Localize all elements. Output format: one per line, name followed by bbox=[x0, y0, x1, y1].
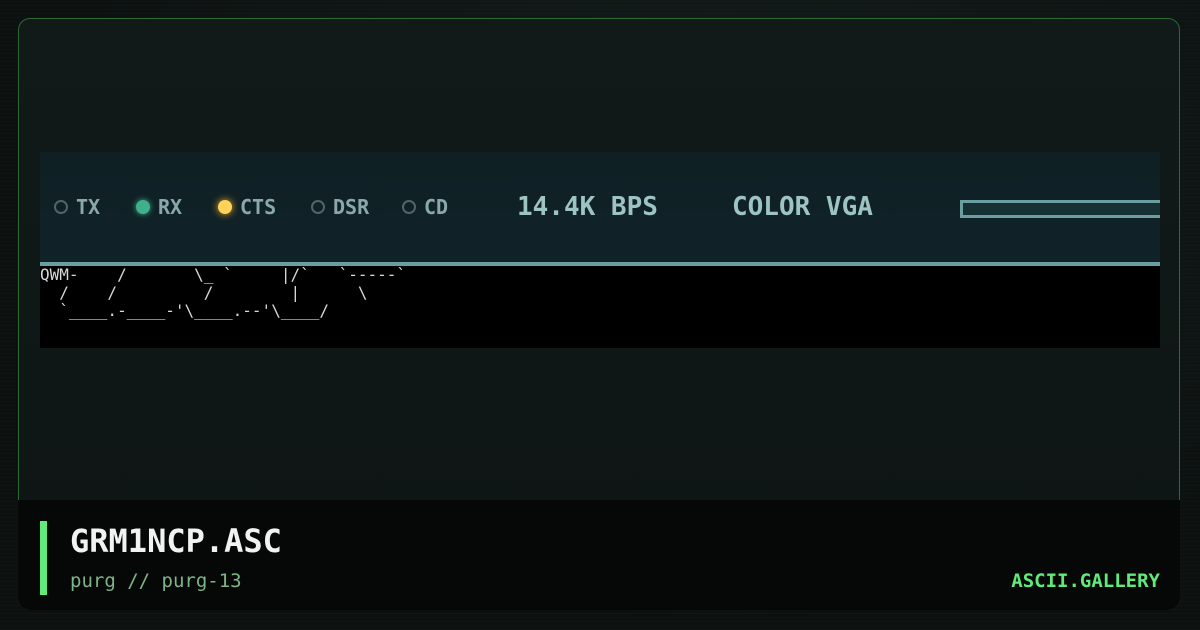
indicator-label: TX bbox=[76, 195, 101, 219]
signal-meter bbox=[960, 200, 1160, 218]
indicator-cd: CD bbox=[402, 192, 448, 222]
accent-bar bbox=[40, 521, 47, 595]
caption-panel: GRM1NCP.ASC purg // purg-13 ASCII.GALLER… bbox=[18, 500, 1180, 610]
modem-status-bar: TX RX CTS DSR CD 14.4K BPS COLOR VGA bbox=[40, 152, 1160, 266]
site-brand[interactable]: ASCII.GALLERY bbox=[1011, 570, 1160, 592]
indicator-rx: RX bbox=[136, 192, 182, 222]
dsr-led-icon bbox=[311, 200, 325, 214]
display-mode: COLOR VGA bbox=[732, 192, 873, 222]
ascii-artwork-preview: TX RX CTS DSR CD 14.4K BPS COLOR VGA QWM… bbox=[40, 152, 1160, 348]
cd-led-icon bbox=[402, 200, 416, 214]
indicator-label: CD bbox=[424, 195, 449, 219]
indicator-cts: CTS bbox=[218, 192, 276, 222]
artwork-author: purg // purg-13 bbox=[70, 570, 242, 592]
artwork-title: GRM1NCP.ASC bbox=[70, 522, 282, 560]
connection-speed: 14.4K BPS bbox=[517, 192, 658, 222]
indicator-label: DSR bbox=[333, 195, 370, 219]
indicator-tx: TX bbox=[54, 192, 100, 222]
tx-led-icon bbox=[54, 200, 68, 214]
indicator-label: CTS bbox=[240, 195, 277, 219]
indicator-label: RX bbox=[158, 195, 183, 219]
rx-led-icon bbox=[136, 200, 150, 214]
indicator-dsr: DSR bbox=[311, 192, 369, 222]
ascii-art-text: QWM- / \_ ` |/` `-----` / / / | \ `____.… bbox=[40, 265, 407, 320]
cts-led-icon bbox=[218, 200, 232, 214]
